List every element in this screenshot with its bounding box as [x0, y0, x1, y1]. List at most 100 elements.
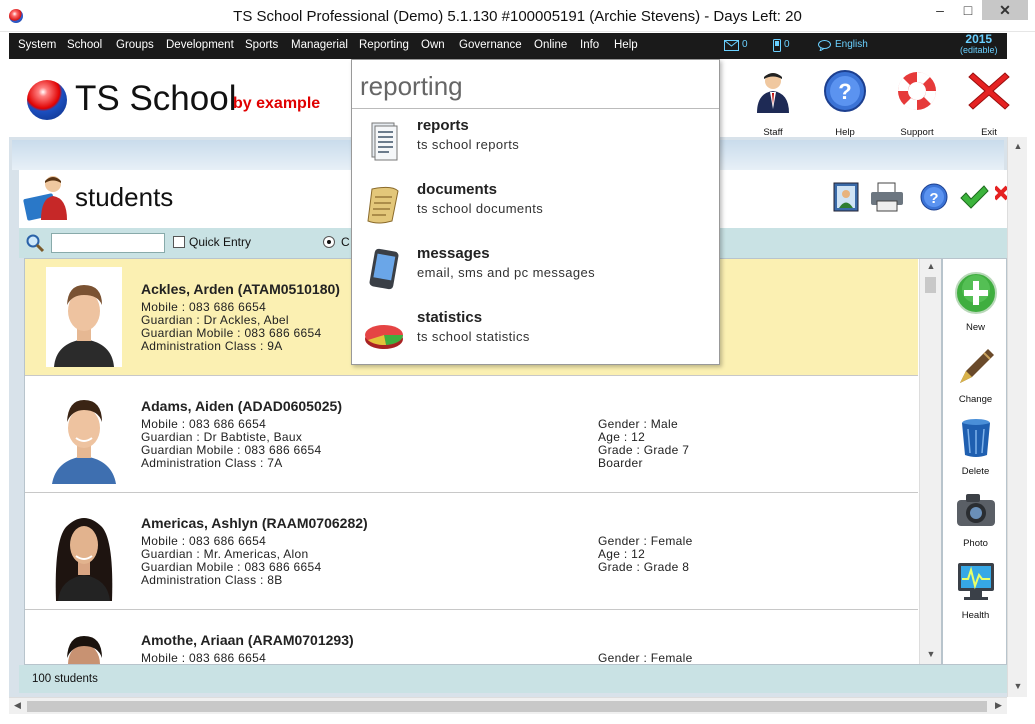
student-photo [46, 501, 122, 601]
language-selector[interactable]: English [835, 39, 868, 50]
horizontal-scroll-thumb[interactable] [27, 701, 987, 712]
support-button[interactable]: Support [889, 69, 945, 138]
student-attributes: Gender : Male Age : 12 Grade : Grade 7 B… [598, 417, 690, 470]
student-photo [46, 384, 122, 484]
pen-icon [959, 349, 994, 383]
student-name: Americas, Ashlyn (RAAM0706282) [141, 515, 368, 531]
scroll-down-icon[interactable]: ▼ [920, 649, 941, 663]
scroll-down-icon[interactable]: ▼ [1008, 681, 1028, 691]
new-button[interactable]: New [943, 271, 1008, 333]
mobile-phone-icon [369, 248, 399, 290]
health-button[interactable]: Health [943, 559, 1008, 621]
student-name: Adams, Aiden (ADAD0605025) [141, 398, 342, 414]
student-attributes: Gender : Female Age : 12 Grade : Grade 8 [598, 534, 693, 574]
student-attributes: Gender : Female [598, 651, 693, 665]
academic-year[interactable]: 2015 (editable) [960, 33, 998, 56]
student-photo [46, 618, 122, 664]
menu-managerial[interactable]: Managerial [291, 39, 348, 51]
dropdown-item-statistics[interactable]: statistics ts school statistics [352, 301, 719, 365]
change-button[interactable]: Change [943, 343, 1008, 405]
student-row[interactable]: Amothe, Ariaan (ARAM0701293) Mobile : 08… [25, 610, 918, 665]
scroll-up-icon[interactable]: ▲ [1008, 141, 1028, 151]
student-count: 100 students [32, 673, 98, 685]
menu-info[interactable]: Info [580, 39, 599, 51]
menu-own[interactable]: Own [421, 39, 445, 51]
sms-icon[interactable] [773, 39, 781, 52]
search-mode-label: C [341, 235, 350, 249]
window-vertical-scrollbar[interactable]: ▲ ▼ [1007, 137, 1027, 697]
photo-frame-icon[interactable] [831, 182, 861, 212]
menu-help[interactable]: Help [614, 39, 638, 51]
monitor-icon [957, 563, 994, 600]
status-bar: 100 students [19, 665, 1007, 693]
add-icon [954, 272, 997, 314]
reporting-dropdown: reporting reports ts school reports docu… [351, 59, 720, 365]
camera-icon [956, 494, 995, 526]
minimize-button[interactable]: – [926, 0, 954, 20]
quick-entry-label: Quick Entry [189, 235, 252, 249]
window-horizontal-scrollbar[interactable]: ◀ ▶ [9, 697, 1007, 714]
sms-count: 0 [784, 39, 790, 50]
student-details: Mobile : 083 686 6654 Guardian : Mr. Ame… [141, 534, 322, 587]
trash-icon [961, 419, 990, 457]
menu-online[interactable]: Online [534, 39, 567, 51]
photo-button[interactable]: Photo [943, 487, 1008, 549]
menu-groups[interactable]: Groups [116, 39, 154, 51]
exit-button[interactable]: Exit [961, 69, 1017, 138]
window-title: TS School Professional (Demo) 5.1.130 #1… [233, 8, 802, 25]
student-photo [46, 267, 122, 367]
cancel-x-icon[interactable] [995, 182, 1007, 212]
menu-system[interactable]: System [18, 39, 56, 51]
mail-count: 0 [742, 39, 748, 50]
menu-governance[interactable]: Governance [459, 39, 522, 51]
scroll-up-icon[interactable]: ▲ [920, 261, 941, 275]
student-details: Mobile : 083 686 6654 Guardian : Dr Babt… [141, 417, 322, 470]
close-button[interactable]: ✕ [982, 0, 1028, 20]
mail-icon[interactable] [724, 40, 739, 51]
menu-school[interactable]: School [67, 39, 102, 51]
scroll-left-icon[interactable]: ◀ [14, 700, 21, 711]
delete-button[interactable]: Delete [943, 415, 1008, 477]
student-name: Ackles, Arden (ATAM0510180) [141, 281, 340, 297]
menu-bar: System School Groups Development Sports … [9, 33, 1007, 59]
dropdown-item-messages[interactable]: messages email, sms and pc messages [352, 237, 719, 301]
help-icon: ? [824, 70, 866, 112]
chat-icon[interactable] [818, 40, 831, 51]
student-details: Mobile : 083 686 6654 [141, 651, 267, 665]
student-details: Mobile : 083 686 6654 Guardian : Dr Ackl… [141, 300, 322, 353]
ts-school-logo-icon [27, 80, 67, 120]
reports-icon [371, 122, 398, 161]
action-sidebar: New Change Delete Photo Health [942, 258, 1007, 665]
student-row[interactable]: Adams, Aiden (ADAD0605025) Mobile : 083 … [25, 376, 918, 493]
staff-button[interactable]: Staff [745, 69, 801, 138]
logo-subtitle: by example [233, 95, 321, 112]
exit-icon [968, 72, 1010, 110]
svg-text:?: ? [838, 79, 851, 104]
print-icon[interactable] [869, 182, 905, 212]
student-row[interactable]: Americas, Ashlyn (RAAM0706282) Mobile : … [25, 493, 918, 610]
lifebuoy-icon [897, 71, 937, 111]
title-bar: TS School Professional (Demo) 5.1.130 #1… [0, 0, 1035, 32]
maximize-button[interactable]: □ [954, 0, 982, 20]
search-icon [26, 234, 45, 253]
help-button[interactable]: ? Help [817, 69, 873, 138]
dropdown-item-documents[interactable]: documents ts school documents [352, 173, 719, 237]
menu-sports[interactable]: Sports [245, 39, 278, 51]
search-input[interactable] [51, 233, 165, 253]
search-mode-radio[interactable] [323, 236, 335, 248]
staff-icon [757, 73, 789, 113]
menu-reporting[interactable]: Reporting [359, 39, 409, 51]
page-title: students [75, 182, 174, 212]
quick-entry-checkbox[interactable] [173, 236, 185, 248]
scroll-thumb[interactable] [925, 277, 936, 293]
dropdown-item-reports[interactable]: reports ts school reports [352, 109, 719, 173]
menu-development[interactable]: Development [166, 39, 234, 51]
help-icon[interactable]: ? [919, 182, 949, 212]
scroll-right-icon[interactable]: ▶ [995, 700, 1002, 711]
confirm-check-icon[interactable] [959, 182, 989, 212]
scroll-document-icon [367, 186, 399, 224]
logo-text: TS School [75, 79, 237, 118]
student-name: Amothe, Ariaan (ARAM0701293) [141, 632, 354, 648]
pie-chart-icon [365, 325, 404, 349]
list-scrollbar[interactable]: ▲ ▼ [919, 259, 941, 664]
